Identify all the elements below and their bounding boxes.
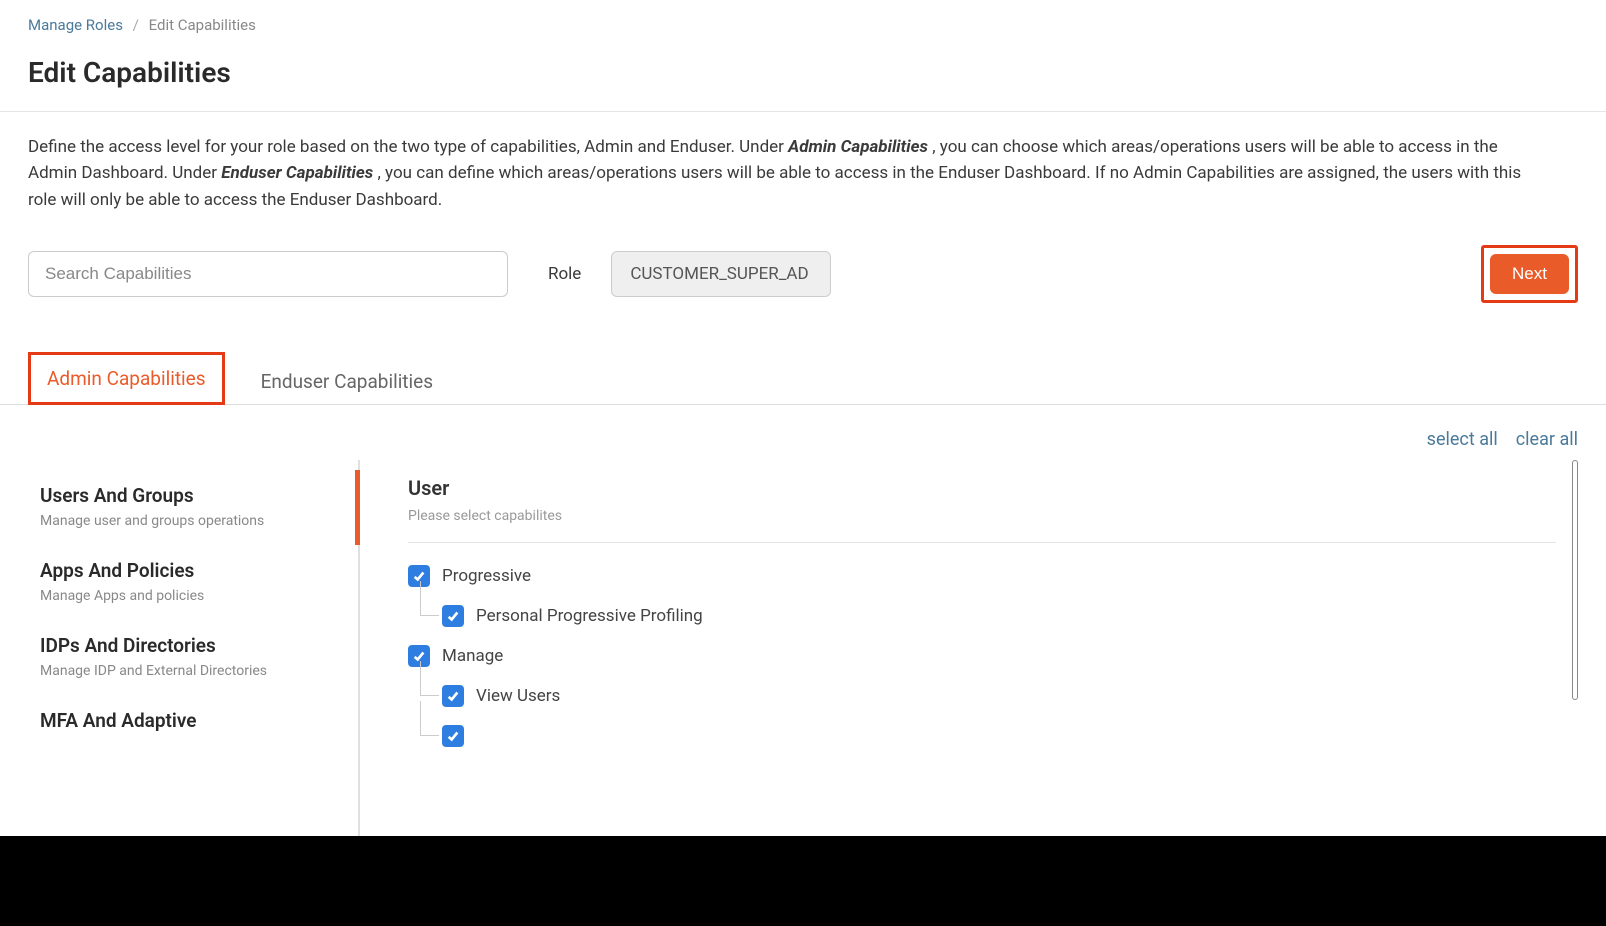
bottom-bar bbox=[0, 836, 1606, 926]
page-title: Edit Capabilities bbox=[0, 42, 1606, 111]
section-subtitle: Please select capabilites bbox=[408, 508, 1556, 524]
bulk-actions: select all clear all bbox=[0, 405, 1606, 460]
capability-manage[interactable]: Manage bbox=[408, 645, 1556, 667]
capability-label: Progressive bbox=[442, 566, 531, 586]
capability-label: Personal Progressive Profiling bbox=[476, 606, 703, 626]
capability-progressive[interactable]: Progressive bbox=[408, 565, 1556, 587]
breadcrumb-parent-link[interactable]: Manage Roles bbox=[28, 16, 123, 34]
breadcrumb-separator: / bbox=[133, 16, 139, 34]
sidebar-item-title: Apps And Policies bbox=[40, 559, 348, 582]
scrollbar[interactable] bbox=[1572, 460, 1578, 700]
sidebar-item-title: IDPs And Directories bbox=[40, 634, 348, 657]
page-description: Define the access level for your role ba… bbox=[0, 112, 1560, 235]
divider bbox=[408, 542, 1556, 543]
next-button-highlight: Next bbox=[1481, 245, 1578, 303]
tab-enduser-capabilities[interactable]: Enduser Capabilities bbox=[245, 358, 449, 405]
sidebar-item-desc: Manage Apps and policies bbox=[40, 588, 348, 604]
capability-label: Manage bbox=[442, 646, 503, 666]
capability-tree: Progressive Personal Progressive Profili… bbox=[408, 565, 1556, 747]
next-button[interactable]: Next bbox=[1490, 254, 1569, 294]
sidebar-item-users-groups[interactable]: Users And Groups Manage user and groups … bbox=[40, 470, 358, 545]
sidebar-item-title: Users And Groups bbox=[40, 484, 348, 507]
sidebar-item-apps-policies[interactable]: Apps And Policies Manage Apps and polici… bbox=[40, 545, 358, 620]
capability-detail: User Please select capabilites Progressi… bbox=[360, 460, 1586, 840]
category-sidebar: Users And Groups Manage user and groups … bbox=[40, 460, 360, 840]
breadcrumb: Manage Roles / Edit Capabilities bbox=[0, 0, 1606, 42]
desc-bold-admin: Admin Capabilities bbox=[788, 137, 928, 157]
capabilities-area: Users And Groups Manage user and groups … bbox=[0, 460, 1606, 840]
clear-all-link[interactable]: clear all bbox=[1516, 429, 1578, 450]
checkbox-icon[interactable] bbox=[442, 725, 464, 747]
role-label: Role bbox=[548, 264, 581, 284]
tabs: Admin Capabilities Enduser Capabilities bbox=[0, 323, 1606, 405]
select-all-link[interactable]: select all bbox=[1427, 429, 1498, 450]
checkbox-icon[interactable] bbox=[442, 605, 464, 627]
capability-view-users[interactable]: View Users bbox=[442, 685, 1556, 707]
role-value: CUSTOMER_SUPER_AD bbox=[611, 251, 831, 297]
sidebar-item-idps-directories[interactable]: IDPs And Directories Manage IDP and Exte… bbox=[40, 620, 358, 695]
tab-admin-capabilities[interactable]: Admin Capabilities bbox=[28, 352, 225, 405]
desc-bold-enduser: Enduser Capabilities bbox=[221, 163, 373, 183]
sidebar-item-mfa-adaptive[interactable]: MFA And Adaptive bbox=[40, 695, 358, 754]
sidebar-item-title: MFA And Adaptive bbox=[40, 709, 348, 732]
controls-row: Role CUSTOMER_SUPER_AD Next bbox=[0, 235, 1606, 323]
desc-text: Define the access level for your role ba… bbox=[28, 137, 788, 157]
capability-label: View Users bbox=[476, 686, 560, 706]
capability-personal-progressive-profiling[interactable]: Personal Progressive Profiling bbox=[442, 605, 1556, 627]
sidebar-item-desc: Manage user and groups operations bbox=[40, 513, 348, 529]
breadcrumb-current: Edit Capabilities bbox=[149, 16, 256, 34]
capability-partial[interactable] bbox=[442, 725, 1556, 747]
sidebar-item-desc: Manage IDP and External Directories bbox=[40, 663, 348, 679]
checkbox-icon[interactable] bbox=[442, 685, 464, 707]
section-title: User bbox=[408, 476, 1556, 500]
search-input[interactable] bbox=[28, 251, 508, 297]
